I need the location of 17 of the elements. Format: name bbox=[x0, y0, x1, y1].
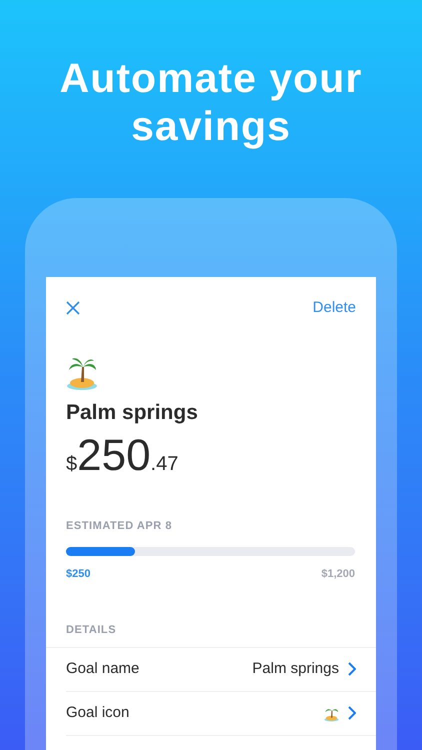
row-label: Goal icon bbox=[66, 702, 130, 723]
chevron-icon bbox=[348, 706, 356, 720]
chevron-icon bbox=[348, 662, 356, 676]
headline: Automate your savings bbox=[58, 54, 364, 150]
estimate-label: ESTIMATED APR 8 bbox=[66, 519, 174, 534]
close-icon[interactable] bbox=[66, 301, 80, 316]
amount-whole: 250 bbox=[77, 430, 151, 482]
amount-cents: .47 bbox=[150, 452, 178, 477]
detail-row[interactable]: Goal icon bbox=[66, 692, 376, 736]
currency-symbol: $ bbox=[66, 452, 78, 477]
row-label: Goal name bbox=[66, 658, 140, 679]
details-label: DETAILS bbox=[66, 623, 118, 638]
current-amount: $250 bbox=[66, 566, 90, 582]
row-value: Palm springs bbox=[252, 658, 339, 679]
detail-row[interactable]: Goal name Palm springs bbox=[66, 648, 376, 692]
goal-title: Palm springs bbox=[66, 400, 199, 426]
target-amount: $1,200 bbox=[321, 566, 355, 582]
